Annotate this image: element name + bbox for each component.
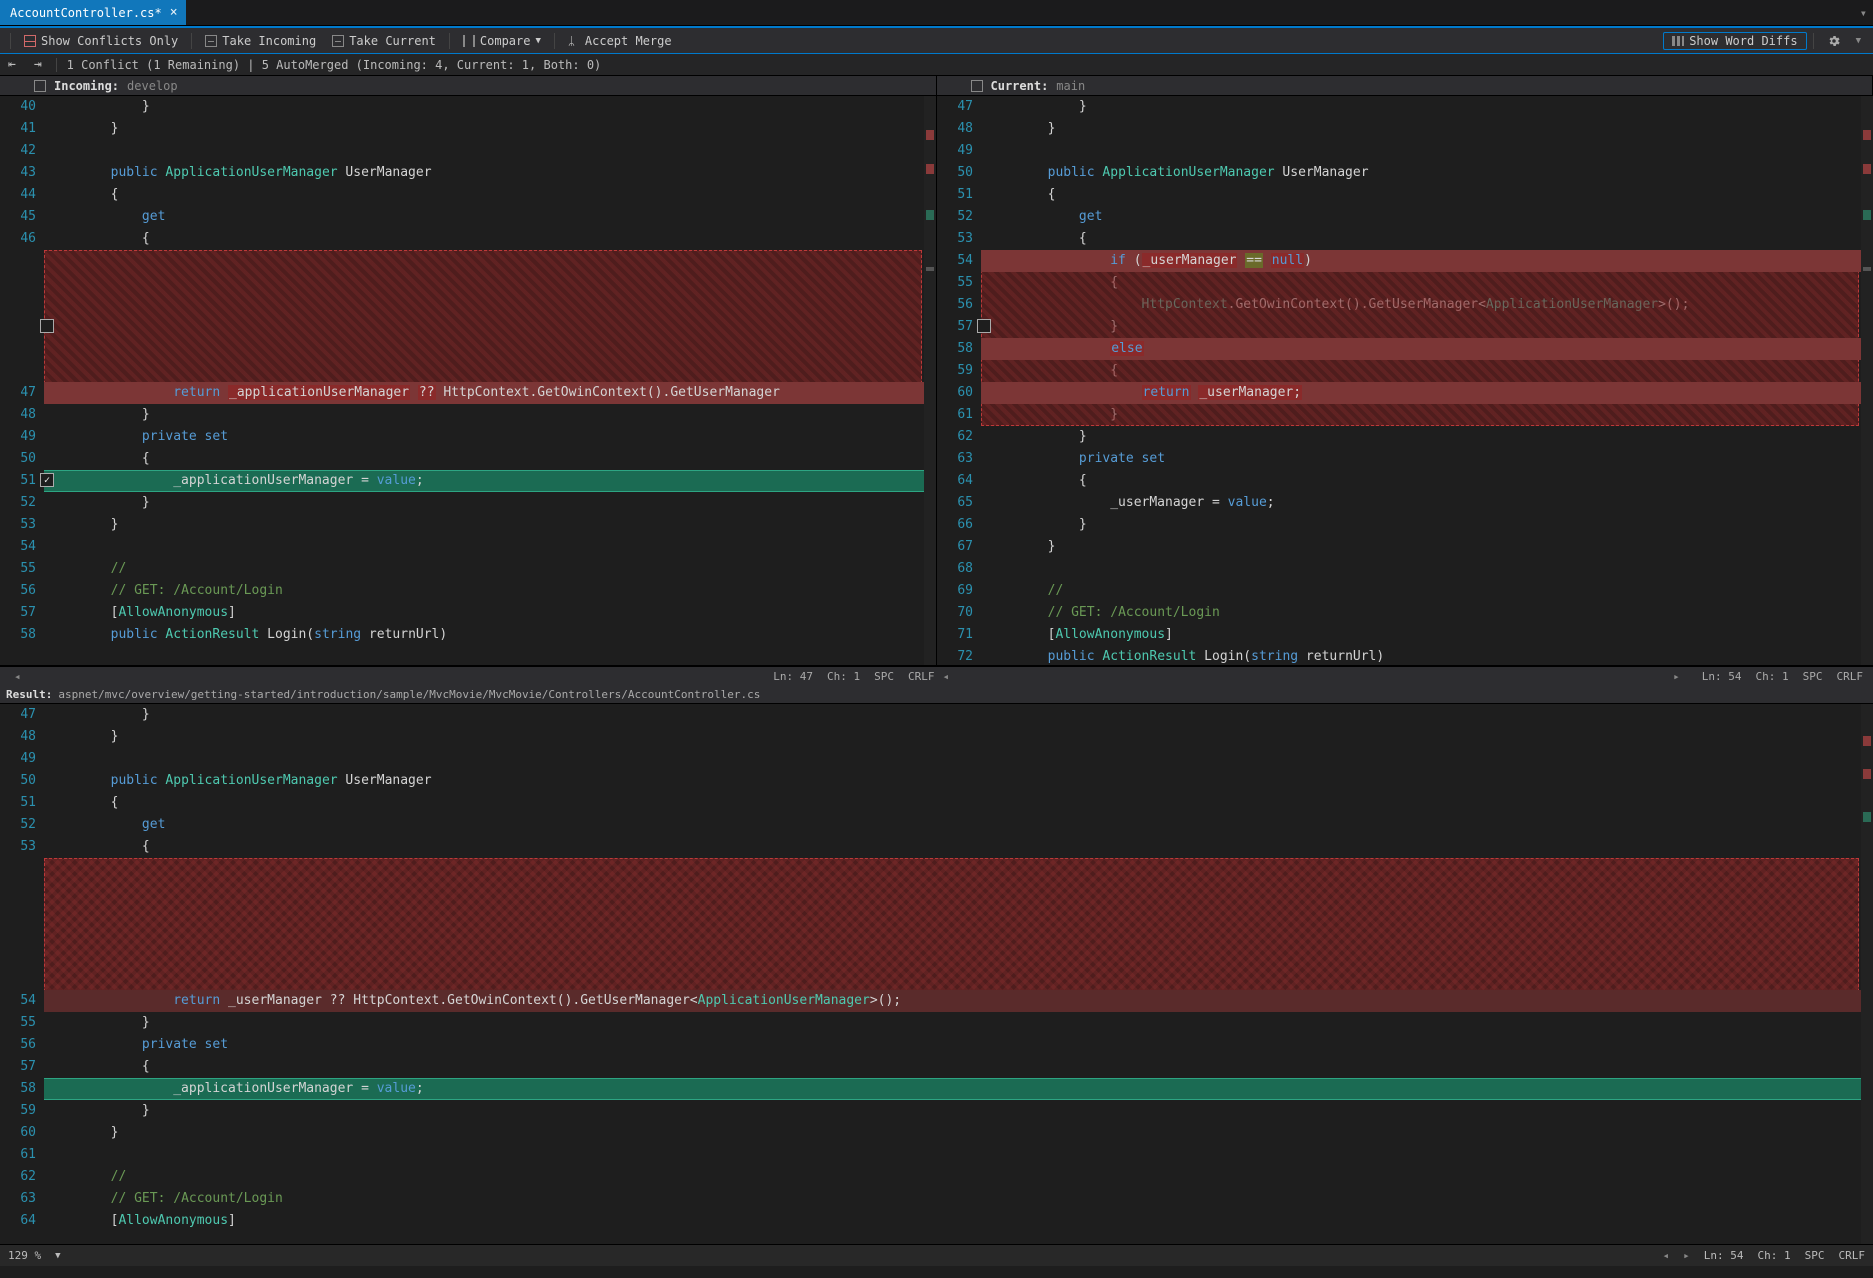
incoming-select-all-checkbox[interactable] [34, 80, 46, 92]
scroll-right-icon[interactable]: ▸ [1665, 670, 1688, 683]
incoming-minimap[interactable] [924, 96, 936, 665]
incoming-conflict-checkbox[interactable] [40, 319, 54, 333]
current-code[interactable]: } } public ApplicationUserManager UserMa… [981, 96, 1861, 665]
incoming-eol: CRLF [908, 670, 935, 683]
incoming-ws: SPC [874, 670, 894, 683]
take-current-button[interactable]: Take Current [325, 32, 443, 50]
incoming-automerge-checkbox[interactable]: ✓ [40, 473, 54, 487]
gear-icon [1827, 34, 1841, 48]
scroll-left-icon[interactable]: ◂ [6, 670, 29, 683]
next-conflict-button[interactable]: ⇥ [30, 57, 46, 72]
status-bar: 129 % ▼ ◂ ▸ Ln: 54 Ch: 1 SPC CRLF [0, 1244, 1873, 1266]
incoming-ch: Ch: 1 [827, 670, 860, 683]
tab-title: AccountController.cs* [10, 6, 162, 20]
accept-merge-button[interactable]: ᛦ Accept Merge [561, 32, 679, 50]
incoming-branch: develop [127, 79, 178, 93]
merge-toolbar: Show Conflicts Only Take Incoming Take C… [0, 26, 1873, 54]
conflicts-icon [24, 35, 36, 47]
current-ws: SPC [1803, 670, 1823, 683]
result-gutter: 474849505152535455565758596061626364 [0, 704, 44, 1244]
current-ln: Ln: 54 [1702, 670, 1742, 683]
word-diff-icon [1672, 36, 1684, 46]
top-panes-status: ◂ Ln: 47 Ch: 1 SPC CRLF ◂ ▸ Ln: 54 Ch: 1… [0, 666, 1873, 686]
current-minimap[interactable] [1861, 96, 1873, 665]
result-header: Result: aspnet/mvc/overview/getting-star… [0, 686, 1873, 704]
current-eol: CRLF [1837, 670, 1864, 683]
tab-overflow-icon[interactable]: ▾ [1854, 0, 1873, 25]
result-minimap[interactable] [1861, 704, 1873, 1244]
hscroll-right-icon[interactable]: ▸ [1683, 1249, 1690, 1262]
incoming-pane[interactable]: 40414243444546474849505152535455565758 }… [0, 96, 937, 665]
pane-headers: Incoming: develop Current: main [0, 76, 1873, 96]
incoming-code[interactable]: } } public ApplicationUserManager UserMa… [44, 96, 924, 665]
compare-button[interactable]: Compare ▼ [456, 32, 548, 50]
conflict-summary: 1 Conflict (1 Remaining) | 5 AutoMerged … [67, 58, 602, 72]
tab-strip: AccountController.cs* × ▾ [0, 0, 1873, 26]
toolbar-overflow-icon[interactable]: ▼ [1850, 36, 1867, 46]
result-path: aspnet/mvc/overview/getting-started/intr… [58, 688, 760, 701]
show-word-diffs-button[interactable]: Show Word Diffs [1663, 32, 1806, 50]
current-select-all-checkbox[interactable] [971, 80, 983, 92]
result-label: Result: [6, 688, 52, 701]
current-ch: Ch: 1 [1756, 670, 1789, 683]
close-icon[interactable]: × [170, 5, 178, 20]
compare-icon [463, 35, 475, 47]
status-ln: Ln: 54 [1704, 1249, 1744, 1262]
current-conflict-checkbox[interactable] [977, 319, 991, 333]
result-code[interactable]: } } public ApplicationUserManager UserMa… [44, 704, 1861, 1244]
take-incoming-icon [205, 35, 217, 47]
take-incoming-button[interactable]: Take Incoming [198, 32, 323, 50]
current-gutter: 4748495051525354555657585960616263646566… [937, 96, 981, 665]
prev-conflict-button[interactable]: ⇤ [4, 57, 20, 72]
result-pane[interactable]: 474849505152535455565758596061626364 } }… [0, 704, 1873, 1244]
current-pane[interactable]: 4748495051525354555657585960616263646566… [937, 96, 1873, 665]
status-ws: SPC [1805, 1249, 1825, 1262]
current-label: Current: [991, 79, 1049, 93]
merge-icon: ᛦ [568, 35, 580, 47]
file-tab[interactable]: AccountController.cs* × [0, 0, 186, 25]
scroll-left-icon-2[interactable]: ◂ [935, 670, 958, 683]
current-branch: main [1056, 79, 1085, 93]
incoming-label: Incoming: [54, 79, 119, 93]
status-ch: Ch: 1 [1758, 1249, 1791, 1262]
status-eol: CRLF [1839, 1249, 1866, 1262]
incoming-ln: Ln: 47 [773, 670, 813, 683]
zoom-chevron-icon[interactable]: ▼ [55, 1251, 60, 1261]
incoming-gutter: 40414243444546474849505152535455565758 [0, 96, 44, 665]
settings-button[interactable] [1820, 32, 1848, 50]
take-current-icon [332, 35, 344, 47]
zoom-level[interactable]: 129 % [8, 1249, 41, 1262]
show-conflicts-button[interactable]: Show Conflicts Only [17, 32, 185, 50]
conflict-nav: ⇤ ⇥ 1 Conflict (1 Remaining) | 5 AutoMer… [0, 54, 1873, 76]
hscroll-left-icon[interactable]: ◂ [1663, 1249, 1670, 1262]
chevron-down-icon: ▼ [535, 36, 540, 46]
